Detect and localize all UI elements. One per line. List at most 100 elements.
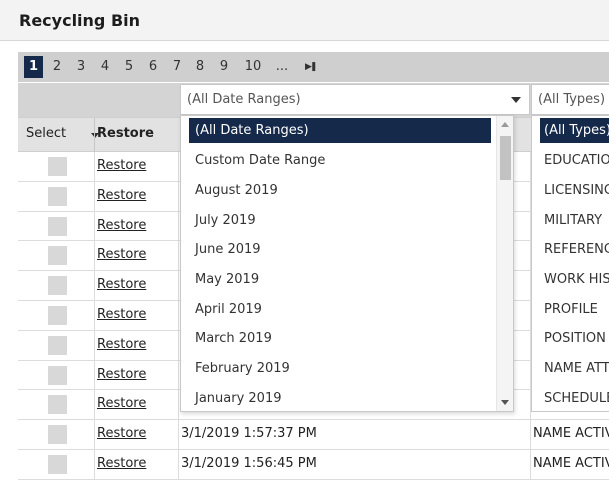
last-page-icon[interactable]: ▶❚: [305, 56, 318, 78]
page-title: Recycling Bin: [19, 11, 141, 30]
row-checkbox[interactable]: [48, 425, 67, 445]
select-column-header[interactable]: Select: [26, 126, 66, 141]
row-date: 3/1/2019 1:57:37 PM: [181, 426, 317, 442]
restore-column-header: Restore: [97, 126, 154, 141]
column-divider: [178, 241, 179, 271]
row-checkbox[interactable]: [48, 454, 67, 474]
type-select-value: (All Types): [538, 92, 606, 107]
page-3-button[interactable]: 3: [73, 56, 89, 78]
select-cell: [18, 211, 95, 241]
restore-link[interactable]: Restore: [97, 218, 146, 233]
column-divider: [178, 420, 179, 449]
select-cell: [18, 152, 95, 181]
date-option[interactable]: May 2019: [189, 267, 491, 292]
restore-link[interactable]: Restore: [97, 247, 146, 262]
column-divider: [178, 271, 179, 300]
date-option[interactable]: Custom Date Range: [189, 148, 491, 173]
type-option[interactable]: SCHEDULE: [540, 386, 609, 411]
pagination-bar: 1 2 3 4 5 6 7 8 9 10 ... ▶❚: [18, 52, 609, 82]
row-checkbox[interactable]: [48, 335, 67, 355]
select-cell: [18, 271, 95, 300]
column-divider: [178, 211, 179, 241]
scroll-down-icon[interactable]: [501, 400, 509, 405]
type-select[interactable]: (All Types): [531, 84, 609, 115]
row-checkbox[interactable]: [48, 186, 67, 206]
row-checkbox[interactable]: [48, 305, 67, 325]
type-option[interactable]: WORK HIS: [540, 267, 609, 292]
type-option[interactable]: EDUCATIO: [540, 148, 609, 173]
date-option[interactable]: April 2019: [189, 297, 491, 322]
dropdown-scrollbar[interactable]: [496, 116, 513, 411]
column-divider: [178, 330, 179, 360]
page-8-button[interactable]: 8: [192, 56, 208, 78]
date-option[interactable]: August 2019: [189, 178, 491, 203]
page-more-button[interactable]: ...: [273, 56, 291, 78]
date-option[interactable]: March 2019: [189, 326, 491, 351]
type-option[interactable]: PROFILE: [540, 297, 609, 322]
row-checkbox[interactable]: [48, 365, 67, 385]
date-option[interactable]: (All Date Ranges): [189, 118, 491, 143]
type-option[interactable]: NAME ATT: [540, 356, 609, 381]
restore-link[interactable]: Restore: [97, 337, 146, 352]
select-cell: [18, 300, 95, 330]
column-divider: [94, 118, 95, 153]
page-5-button[interactable]: 5: [121, 56, 137, 78]
select-cell: [18, 449, 95, 479]
restore-link[interactable]: Restore: [97, 396, 146, 411]
date-range-value: (All Date Ranges): [187, 92, 301, 107]
row-checkbox[interactable]: [48, 246, 67, 266]
restore-link[interactable]: Restore: [97, 456, 146, 471]
page-1-button[interactable]: 1: [24, 56, 43, 78]
scroll-up-icon[interactable]: [501, 122, 509, 127]
select-cell: [18, 241, 95, 271]
row-checkbox[interactable]: [48, 276, 67, 296]
date-option[interactable]: January 2019: [189, 386, 491, 411]
column-divider: [178, 181, 179, 211]
column-divider: [178, 300, 179, 330]
panel-header: Recycling Bin: [0, 0, 609, 41]
column-divider: [530, 420, 531, 449]
column-divider: [178, 360, 179, 390]
page-6-button[interactable]: 6: [145, 56, 161, 78]
restore-link[interactable]: Restore: [97, 158, 146, 173]
type-option[interactable]: LICENSING: [540, 178, 609, 203]
column-divider: [178, 152, 179, 181]
restore-link[interactable]: Restore: [97, 426, 146, 441]
table-row: Restore 3/1/2019 1:57:37 PM NAME ACTIV: [18, 420, 609, 450]
type-option[interactable]: REFERENC: [540, 237, 609, 262]
select-cell: [18, 420, 95, 449]
type-option[interactable]: POSITION: [540, 326, 609, 351]
date-option[interactable]: February 2019: [189, 356, 491, 381]
table-row: Restore 3/1/2019 1:56:45 PM NAME ACTIV: [18, 449, 609, 480]
select-cell: [18, 360, 95, 390]
row-checkbox[interactable]: [48, 157, 67, 176]
date-range-select[interactable]: (All Date Ranges): [180, 84, 530, 115]
select-cell: [18, 330, 95, 360]
column-divider: [530, 449, 531, 479]
row-checkbox[interactable]: [48, 216, 67, 236]
row-type: NAME ACTIV: [533, 426, 609, 442]
select-cell: [18, 390, 95, 420]
restore-link[interactable]: Restore: [97, 277, 146, 292]
select-cell: [18, 181, 95, 211]
row-checkbox[interactable]: [48, 395, 67, 415]
column-divider: [178, 390, 179, 420]
page-4-button[interactable]: 4: [97, 56, 113, 78]
restore-link[interactable]: Restore: [97, 188, 146, 203]
type-dropdown[interactable]: (All Types) EDUCATIO LICENSING MILITARY …: [531, 115, 609, 412]
page-2-button[interactable]: 2: [49, 56, 65, 78]
date-option[interactable]: July 2019: [189, 208, 491, 233]
page-10-button[interactable]: 10: [241, 56, 265, 78]
chevron-down-icon[interactable]: [511, 97, 521, 103]
row-date: 3/1/2019 1:56:45 PM: [181, 455, 317, 471]
column-divider: [178, 449, 179, 479]
restore-link[interactable]: Restore: [97, 307, 146, 322]
scrollbar-thumb[interactable]: [500, 136, 511, 180]
date-option[interactable]: June 2019: [189, 237, 491, 262]
type-option[interactable]: MILITARY: [540, 208, 609, 233]
page-9-button[interactable]: 9: [216, 56, 232, 78]
date-range-dropdown[interactable]: (All Date Ranges) Custom Date Range Augu…: [180, 115, 514, 412]
restore-link[interactable]: Restore: [97, 367, 146, 382]
type-option[interactable]: (All Types): [540, 118, 609, 143]
page-7-button[interactable]: 7: [169, 56, 185, 78]
